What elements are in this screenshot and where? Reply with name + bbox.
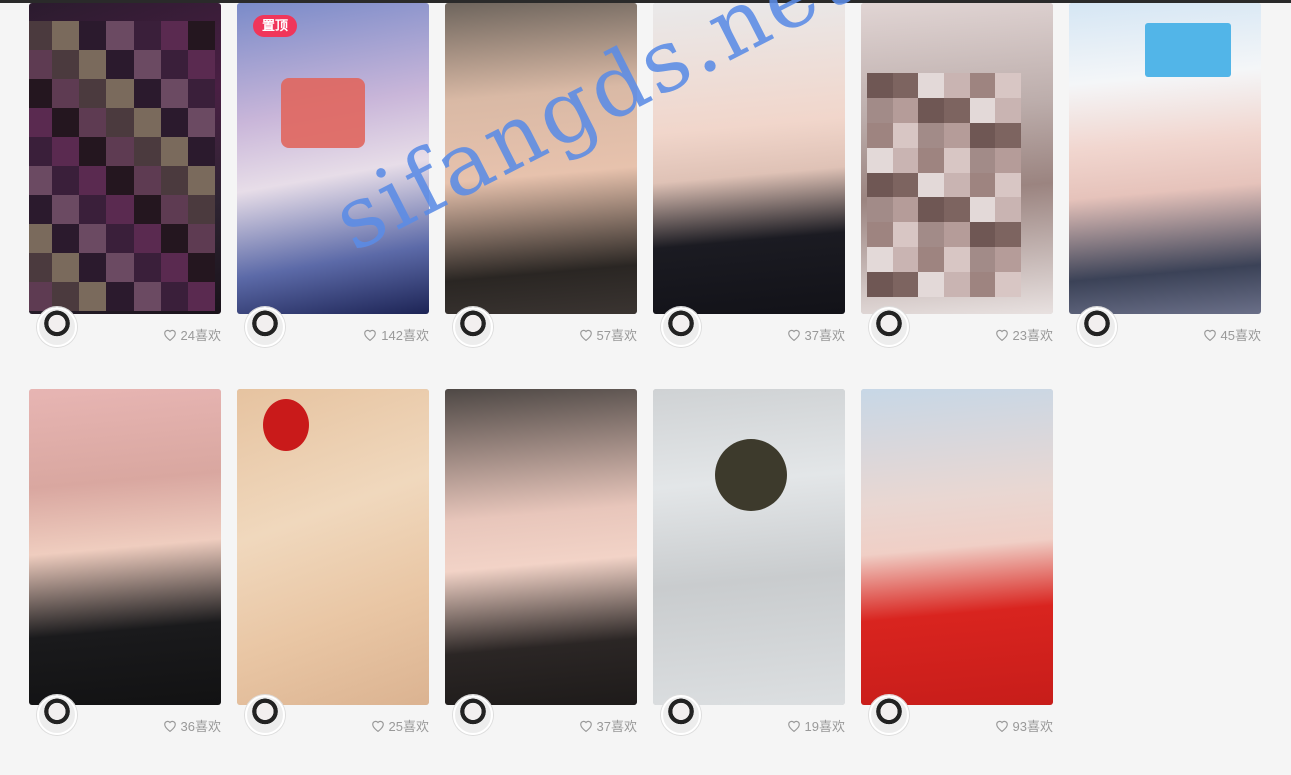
video-thumbnail[interactable]: [861, 3, 1053, 314]
author-avatar[interactable]: [661, 307, 701, 347]
pinned-badge: 置顶: [253, 15, 298, 37]
like-count[interactable]: 36喜欢: [163, 716, 221, 735]
mosaic-blur: [867, 73, 1021, 297]
like-count-text: 93喜欢: [1012, 719, 1053, 734]
author-avatar[interactable]: [245, 307, 285, 347]
video-thumbnail[interactable]: [29, 3, 221, 314]
heart-icon: [787, 720, 800, 732]
like-count-text: 37喜欢: [596, 719, 637, 734]
like-count[interactable]: 19喜欢: [787, 716, 845, 735]
author-avatar[interactable]: [453, 695, 493, 735]
video-grid-row-1: 24喜欢 置顶 142喜欢 57喜欢 37喜欢 23喜欢 45喜欢: [29, 3, 1261, 389]
author-avatar[interactable]: [453, 307, 493, 347]
like-count[interactable]: 23喜欢: [995, 325, 1053, 344]
video-card[interactable]: 23喜欢: [861, 3, 1053, 389]
video-grid-row-2: 36喜欢 25喜欢 37喜欢 19喜欢 93喜欢: [29, 389, 1261, 775]
heart-icon: [995, 720, 1008, 732]
video-card[interactable]: 19喜欢: [653, 389, 845, 775]
like-count-text: 23喜欢: [1012, 328, 1053, 343]
video-thumbnail[interactable]: [445, 389, 637, 705]
video-card[interactable]: 45喜欢: [1069, 3, 1261, 389]
video-card[interactable]: 24喜欢: [29, 3, 221, 389]
heart-icon: [163, 720, 176, 732]
like-count-text: 25喜欢: [388, 719, 429, 734]
heart-icon: [579, 720, 592, 732]
heart-icon: [995, 329, 1008, 341]
video-thumbnail[interactable]: [29, 389, 221, 705]
video-thumbnail[interactable]: [237, 389, 429, 705]
heart-icon: [787, 329, 800, 341]
like-count[interactable]: 93喜欢: [995, 716, 1053, 735]
heart-icon: [364, 329, 377, 341]
rose-flower: [263, 399, 309, 451]
like-count[interactable]: 24喜欢: [163, 325, 221, 344]
video-thumbnail[interactable]: [653, 389, 845, 705]
turtle: [715, 439, 787, 511]
like-count-text: 57喜欢: [596, 328, 637, 343]
video-card[interactable]: 37喜欢: [653, 3, 845, 389]
video-thumbnail[interactable]: [445, 3, 637, 314]
author-avatar[interactable]: [37, 307, 77, 347]
like-count[interactable]: 37喜欢: [579, 716, 637, 735]
author-avatar[interactable]: [869, 307, 909, 347]
author-avatar[interactable]: [37, 695, 77, 735]
mosaic-blur: [29, 21, 215, 311]
like-count-text: 45喜欢: [1220, 328, 1261, 343]
like-count-text: 37喜欢: [804, 328, 845, 343]
author-avatar[interactable]: [869, 695, 909, 735]
video-card[interactable]: 93喜欢: [861, 389, 1053, 775]
author-avatar[interactable]: [1077, 307, 1117, 347]
heart-icon: [163, 329, 176, 341]
video-thumbnail[interactable]: [1069, 3, 1261, 314]
video-card[interactable]: 37喜欢: [445, 389, 637, 775]
like-count-text: 19喜欢: [804, 719, 845, 734]
like-count[interactable]: 142喜欢: [363, 325, 429, 344]
heart-icon: [1203, 329, 1216, 341]
video-card[interactable]: 25喜欢: [237, 389, 429, 775]
video-card[interactable]: 57喜欢: [445, 3, 637, 389]
like-count-text: 36喜欢: [180, 719, 221, 734]
video-card[interactable]: 36喜欢: [29, 389, 221, 775]
like-count-text: 142喜欢: [381, 328, 429, 343]
like-count[interactable]: 45喜欢: [1203, 325, 1261, 344]
heart-icon: [371, 720, 384, 732]
author-avatar[interactable]: [661, 695, 701, 735]
like-count[interactable]: 25喜欢: [371, 716, 429, 735]
video-thumbnail[interactable]: [861, 389, 1053, 705]
like-count[interactable]: 57喜欢: [579, 325, 637, 344]
face-mask-overlay: [281, 78, 365, 148]
like-count-text: 24喜欢: [180, 328, 221, 343]
video-thumbnail[interactable]: [653, 3, 845, 314]
heart-icon: [579, 329, 592, 341]
like-count[interactable]: 37喜欢: [787, 325, 845, 344]
video-card[interactable]: 置顶 142喜欢: [237, 3, 429, 389]
wall-sign: [1145, 23, 1231, 77]
author-avatar[interactable]: [245, 695, 285, 735]
video-thumbnail[interactable]: 置顶: [237, 3, 429, 314]
